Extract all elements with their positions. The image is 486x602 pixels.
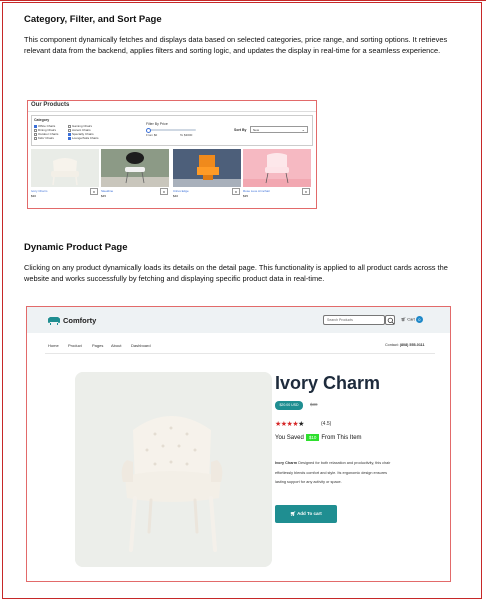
nav-product[interactable]: Product xyxy=(68,343,82,348)
price-slider[interactable] xyxy=(146,127,196,133)
product-price-4: $35 xyxy=(243,194,249,198)
section2-heading: Dynamic Product Page xyxy=(24,242,128,253)
brand-name[interactable]: Comforty xyxy=(63,316,96,325)
filter-panel: Category Office Chairs Dining Chairs Out… xyxy=(31,115,313,146)
cart-button[interactable]: 🛒︎ Cart 0 xyxy=(401,316,423,323)
products-title: Our Products xyxy=(31,102,70,108)
section2-body: Clicking on any product dynamically load… xyxy=(24,263,448,283)
product-image-rose-luxe[interactable] xyxy=(243,149,311,187)
search-button[interactable] xyxy=(385,315,395,325)
product-name-2[interactable]: Sleekline xyxy=(101,189,113,193)
rating-value: (4.5) xyxy=(321,421,332,427)
section-dynamic-product: Dynamic Product Page Clicking on any pro… xyxy=(24,242,464,284)
product-button-2[interactable]: ★ xyxy=(160,188,168,195)
product-button-4[interactable]: ★ xyxy=(302,188,310,195)
nav-divider xyxy=(45,353,435,354)
sort-label: Sort By xyxy=(234,128,247,132)
chevron-down-icon: ⌄ xyxy=(301,127,305,132)
cart-icon: 🛒︎ xyxy=(401,316,407,322)
section1-body: This component dynamically fetches and d… xyxy=(24,35,448,55)
product-title: Ivory Charm xyxy=(275,373,381,393)
page-top-border xyxy=(0,0,486,1)
product-hero-image xyxy=(75,372,272,567)
product-name-3[interactable]: Citrus Edge xyxy=(173,189,189,193)
product-price-1: $30 xyxy=(31,194,37,198)
product-price-2: $45 xyxy=(101,194,107,198)
star-icon-half: ★ xyxy=(298,421,304,428)
category-lounge[interactable]: Lounge/Sofa Chairs xyxy=(68,136,99,140)
add-to-cart-button[interactable]: 🛒︎ Add To cart xyxy=(275,505,337,523)
cart-label: Cart xyxy=(407,316,415,322)
category-heading: Category xyxy=(34,118,50,122)
price-slider-handle[interactable] xyxy=(146,127,151,133)
star-icon: ★★★★ xyxy=(275,421,299,428)
nav-pages[interactable]: Pages xyxy=(92,343,103,348)
product-description: Ivory Charm Designed for both relaxation… xyxy=(275,459,393,488)
sofa-logo-icon xyxy=(48,317,60,325)
contact-info: Contact: (808) 555-0111 xyxy=(385,343,425,347)
savings-line: You Saved $10 From This Item xyxy=(275,434,362,441)
description-product-name: Ivory Charm xyxy=(275,461,298,465)
product-image-citrus-edge[interactable] xyxy=(173,149,241,187)
search-icon xyxy=(387,317,395,325)
rating-stars: ★★★★★ xyxy=(275,420,304,428)
sort-select[interactable]: New ⌄ xyxy=(250,126,308,133)
products-page-screenshot: Our Products Category Office Chairs Dini… xyxy=(27,100,317,209)
old-price: $30 xyxy=(310,402,318,407)
section1-heading: Category, Filter, and Sort Page xyxy=(24,14,162,25)
contact-label: Contact: xyxy=(385,343,399,347)
current-price-badge: $20.00 USD xyxy=(275,401,303,410)
product-price-3: $40 xyxy=(173,194,179,198)
product-button-3[interactable]: ★ xyxy=(232,188,240,195)
product-button-1[interactable]: ★ xyxy=(90,188,98,195)
section-category-filter: Category, Filter, and Sort Page This com… xyxy=(24,14,460,56)
cart-count-badge: 0 xyxy=(415,316,423,323)
contact-number: (808) 555-0111 xyxy=(399,343,425,347)
category-kids[interactable]: Kids' Chairs xyxy=(34,136,54,140)
price-filter-heading: Filter By Price xyxy=(146,122,168,126)
product-image-ivory-charm[interactable] xyxy=(31,149,99,187)
nav-dashboard[interactable]: Dashboard xyxy=(131,343,151,348)
saved-amount-badge: $10 xyxy=(305,434,320,441)
checkbox-lounge[interactable] xyxy=(68,136,71,140)
search-input[interactable]: Search Products xyxy=(323,315,385,325)
nav-about[interactable]: About xyxy=(111,343,121,348)
product-image-sleekline[interactable] xyxy=(101,149,169,187)
product-name-4[interactable]: Rose Luxe Armchair xyxy=(243,189,270,193)
title-divider xyxy=(28,111,316,112)
checkbox-kids[interactable] xyxy=(34,136,37,140)
product-name-1[interactable]: Ivory Charm xyxy=(31,189,47,193)
product-detail-screenshot: Comforty Search Products 🛒︎ Cart 0 Home … xyxy=(26,306,451,582)
price-min: From $0 xyxy=(146,133,158,137)
nav-home[interactable]: Home xyxy=(48,343,59,348)
price-max: To $3000 xyxy=(180,133,193,137)
top-navbar: Comforty Search Products 🛒︎ Cart 0 xyxy=(27,307,450,333)
